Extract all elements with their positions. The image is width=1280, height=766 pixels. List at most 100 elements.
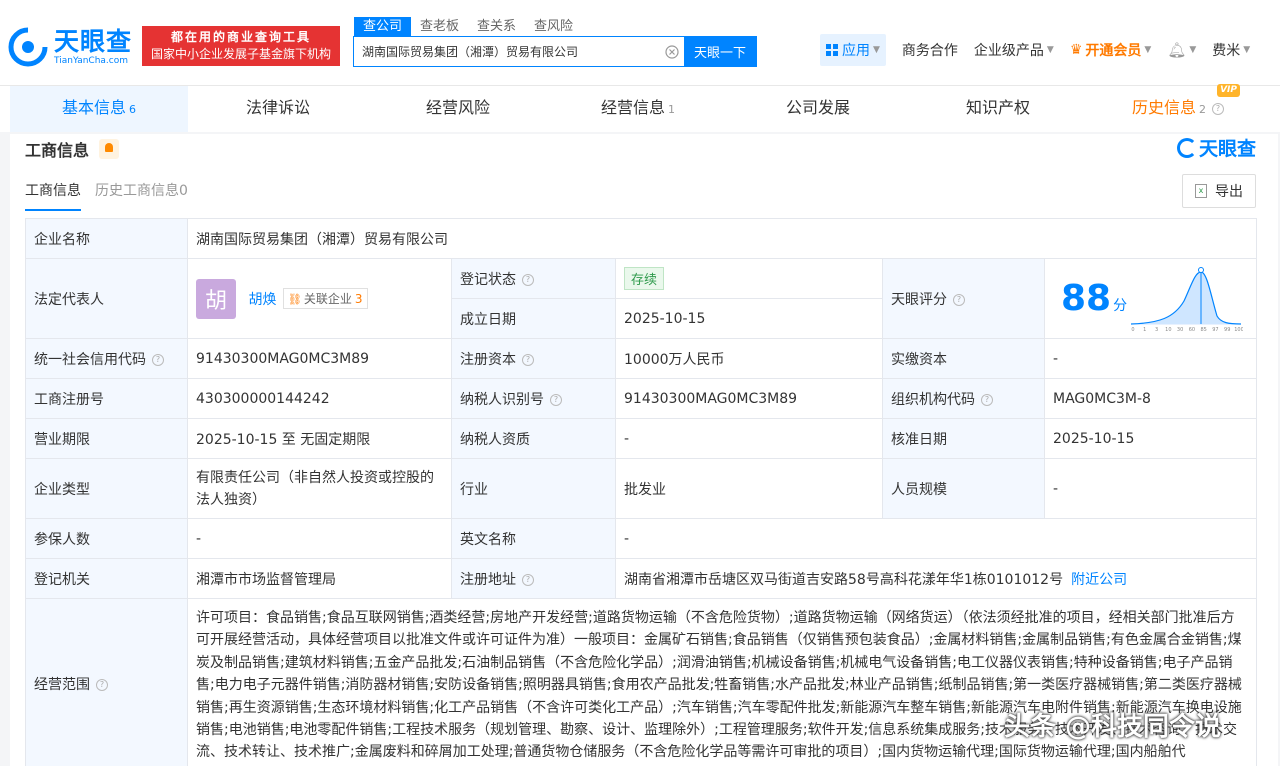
nav-enterprise[interactable]: 企业级产品 ▼ [974,40,1054,60]
nav-business[interactable]: 商务合作 [902,40,958,60]
company-name-value: 湖南国际贸易集团（湘潭）贸易有限公司 [186,218,1258,259]
subtab-history[interactable]: 历史工商信息0 [95,180,188,211]
tab-risk[interactable]: 经营风险 [368,86,548,132]
help-icon[interactable]: ? [96,679,108,691]
export-label: 导出 [1215,184,1243,200]
logo-name-cn: 天眼查 [54,26,133,56]
excel-icon: x [1195,184,1207,198]
help-icon[interactable]: ? [550,393,562,406]
help-icon[interactable]: ? [522,273,534,286]
search-button[interactable]: 天眼一下 [684,37,756,66]
related-companies-tag[interactable]: ⛓ 关联企业 3 [282,288,368,309]
subtab-business-info[interactable]: 工商信息 [25,180,81,211]
scope-label: 经营范围? [25,598,188,766]
reg-capital-value: 10000万人民币 [615,338,883,379]
found-date-label: 成立日期 [451,298,616,339]
legal-rep-name[interactable]: 胡焕 [248,292,276,308]
brand-mark-text: 天眼查 [1198,138,1256,160]
search-input[interactable] [354,37,660,66]
company-name-label: 企业名称 [25,218,188,259]
paid-capital-label: 实缴资本 [882,338,1045,379]
en-name-value: - [614,518,1258,559]
help-icon[interactable]: ? [152,353,164,366]
industry-value: 批发业 [615,458,883,519]
reg-capital-label: 注册资本? [451,338,616,379]
reg-no-value: 430300000144242 [187,378,452,419]
tab-label: 知识产权 [965,98,1030,117]
nav-vip[interactable]: ♛ 开通会员 ▼ [1070,40,1151,60]
authority-value: 湘潭市市场监督管理局 [187,558,452,599]
eye-logo-icon [1176,137,1197,158]
tab-basic-info[interactable]: 基本信息 6 [10,86,188,132]
search-box: 天眼一下 [353,36,757,67]
score-cell[interactable]: 88 分 0 1 3 10 30 60 85 97 99 100 [1043,258,1258,339]
help-icon[interactable]: ? [981,393,993,406]
paid-capital-value: - [1043,338,1258,379]
sub-tabs: 工商信息 历史工商信息0 [25,180,202,211]
scope-label-text: 经营范围 [34,677,90,693]
search-type-tabs: 查公司 查老板 查关系 查风险 [354,17,582,36]
bell-icon[interactable] [99,139,120,159]
user-name: 费米 [1212,43,1241,59]
found-date-value: 2025-10-15 [615,298,883,339]
table-row: 法定代表人 胡 胡焕 ⛓关联企业3 登记状态? 存续 天眼评分? 88分 [25,258,1258,339]
table-row: 企业名称 湖南国际贸易集团（湘潭）贸易有限公司 [25,218,1258,259]
avatar[interactable]: 胡 [196,278,236,319]
app-menu[interactable]: 应用 ▼ [820,34,886,66]
user-menu[interactable]: 费米 ▼ [1212,40,1250,60]
notification-bell[interactable]: 🔔︎ ▼ [1167,41,1196,59]
chevron-down-icon: ▼ [1046,45,1054,55]
section-title-text: 工商信息 [25,141,90,160]
tab-count: 2 [1199,103,1206,116]
tab-business-info[interactable]: 经营信息 1 [548,86,728,132]
score-axis-tick: 10 [1165,327,1171,332]
approve-date-label: 核准日期 [882,418,1045,459]
clear-icon[interactable] [660,37,684,66]
nearby-companies-link[interactable]: 附近公司 [1071,572,1127,588]
help-icon[interactable]: ? [1212,102,1224,115]
vip-badge: VIP [1217,84,1240,97]
insured-value: - [187,518,452,559]
top-header: 天眼查 TianYanCha.com 都在用的商业查询工具 国家中小企业发展子基… [0,0,1280,86]
business-info-section: 工商信息 天眼查 工商信息 历史工商信息0 x 导出 企业名称 湖南国际贸易集团… [10,134,1278,766]
score-axis-tick: 100 [1234,327,1243,332]
tab-ip[interactable]: 知识产权 [908,86,1088,132]
search-tab-company[interactable]: 查公司 [354,17,412,36]
type-label: 企业类型 [25,458,188,519]
tab-count: 6 [129,103,136,116]
promo-line-2: 国家中小企业发展子基金旗下机构 [150,47,331,61]
score-value: 88 [1061,278,1112,319]
search-tab-risk[interactable]: 查风险 [525,17,582,36]
tab-legal[interactable]: 法律诉讼 [188,86,368,132]
caret-icon: ▼ [1189,45,1197,55]
table-row: 参保人数 - 英文名称 - [25,518,1258,559]
credit-code-value: 91430300MAG0MC3M89 [187,338,452,379]
crown-icon: ♛ [1069,42,1083,58]
help-icon[interactable]: ? [522,353,534,366]
relation-icon: ⛓ [287,293,302,306]
watermark: 头条 @科技同令说 [1004,712,1222,742]
tab-history[interactable]: VIP 历史信息 2? [1088,84,1268,132]
reg-capital-label-text: 注册资本 [460,351,516,368]
score-distribution-chart: 0 1 3 10 30 60 85 97 99 100 [1130,266,1243,332]
score-axis-tick: 85 [1200,327,1206,332]
taxpayer-qual-value: - [615,418,883,459]
help-icon[interactable]: ? [953,293,965,306]
help-icon[interactable]: ? [522,573,534,586]
reg-status-label-text: 登记状态 [460,271,516,288]
credit-code-label-text: 统一社会信用代码 [34,351,146,368]
site-logo[interactable]: 天眼查 TianYanCha.com [8,24,132,70]
en-name-label: 英文名称 [451,518,616,559]
promo-banner[interactable]: 都在用的商业查询工具 国家中小企业发展子基金旗下机构 [142,26,340,66]
org-code-label: 组织机构代码? [882,378,1045,419]
search-tab-boss[interactable]: 查老板 [411,17,468,36]
taxpayer-qual-label: 纳税人资质 [451,418,616,459]
search-tab-relation[interactable]: 查关系 [468,17,525,36]
export-button[interactable]: x 导出 [1182,174,1256,208]
approve-date-value: 2025-10-15 [1043,418,1258,459]
legal-rep-label: 法定代表人 [25,258,188,339]
chevron-down-icon: ▼ [1243,45,1251,55]
insured-label: 参保人数 [25,518,188,559]
tab-label: 基本信息 [61,98,126,117]
tab-development[interactable]: 公司发展 [728,86,908,132]
